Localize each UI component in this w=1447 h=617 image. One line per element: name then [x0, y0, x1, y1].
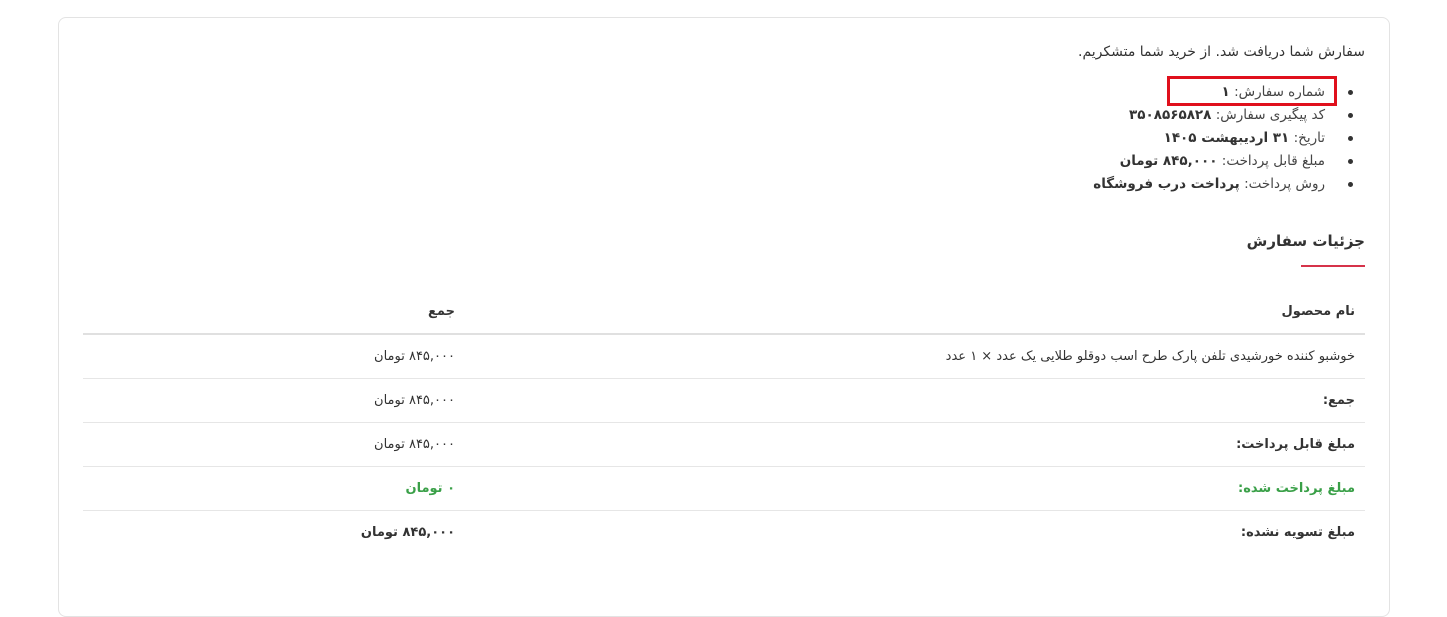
payable-value: ۸۴۵,۰۰۰ تومان — [374, 437, 455, 452]
order-details-title: جزئیات سفارش — [1246, 232, 1365, 250]
tracking-code-value: ۳۵۰۸۵۶۵۸۲۸ — [1129, 107, 1212, 123]
payment-method-value: پرداخت درب فروشگاه — [1093, 176, 1240, 192]
order-date-value: ۳۱ اردیبهشت ۱۴۰۵ — [1163, 130, 1290, 146]
unsettled-row: مبلغ تسویه نشده: ۸۴۵,۰۰۰ تومان — [83, 511, 1365, 554]
subtotal-value: ۸۴۵,۰۰۰ تومان — [374, 393, 455, 408]
amount-payable-value: ۸۴۵,۰۰۰ تومان — [1119, 153, 1218, 169]
column-header-total: جمع — [428, 304, 455, 319]
subtotal-row: جمع: ۸۴۵,۰۰۰ تومان — [83, 379, 1365, 423]
order-number: شماره سفارش: ۱ — [1093, 76, 1353, 106]
subtotal-label: جمع: — [1322, 393, 1355, 408]
unsettled-value: ۸۴۵,۰۰۰ تومان — [360, 525, 455, 540]
column-header-product: نام محصول — [1281, 304, 1355, 319]
product-total: ۸۴۵,۰۰۰ تومان — [374, 349, 455, 364]
tracking-code-label: کد پیگیری سفارش: — [1215, 107, 1325, 123]
unsettled-label: مبلغ تسویه نشده: — [1240, 525, 1355, 540]
table-header-row: نام محصول جمع — [83, 290, 1365, 335]
thank-you-message: سفارش شما دریافت شد. از خرید شما متشکریم… — [1078, 44, 1365, 60]
paid-label: مبلغ پرداخت شده: — [1238, 481, 1355, 496]
order-overview: شماره سفارش: ۱ کد پیگیری سفارش: ۳۵۰۸۵۶۵۸… — [1093, 76, 1365, 196]
product-name-link[interactable]: خوشبو کننده خورشیدی تلفن پارک طرح اسب دو… — [946, 335, 1355, 378]
order-payment-method: روش پرداخت: پرداخت درب فروشگاه — [1093, 173, 1353, 196]
paid-value: ۰ تومان — [405, 481, 455, 496]
order-date-label: تاریخ: — [1293, 130, 1325, 146]
title-underline — [1301, 265, 1365, 267]
amount-payable-label: مبلغ قابل پرداخت: — [1221, 153, 1325, 169]
highlight-box — [1167, 76, 1337, 106]
payment-method-label: روش پرداخت: — [1244, 176, 1325, 192]
payable-row: مبلغ قابل پرداخت: ۸۴۵,۰۰۰ تومان — [83, 423, 1365, 467]
payable-label: مبلغ قابل پرداخت: — [1236, 437, 1355, 452]
order-tracking-code: کد پیگیری سفارش: ۳۵۰۸۵۶۵۸۲۸ — [1093, 104, 1353, 127]
order-received-card: سفارش شما دریافت شد. از خرید شما متشکریم… — [58, 17, 1390, 617]
order-date: تاریخ: ۳۱ اردیبهشت ۱۴۰۵ — [1093, 127, 1353, 150]
order-details-table: نام محصول جمع خوشبو کننده خورشیدی تلفن پ… — [83, 290, 1365, 554]
table-row: خوشبو کننده خورشیدی تلفن پارک طرح اسب دو… — [83, 335, 1365, 379]
paid-row: مبلغ پرداخت شده: ۰ تومان — [83, 467, 1365, 511]
order-amount-payable: مبلغ قابل پرداخت: ۸۴۵,۰۰۰ تومان — [1093, 150, 1353, 173]
